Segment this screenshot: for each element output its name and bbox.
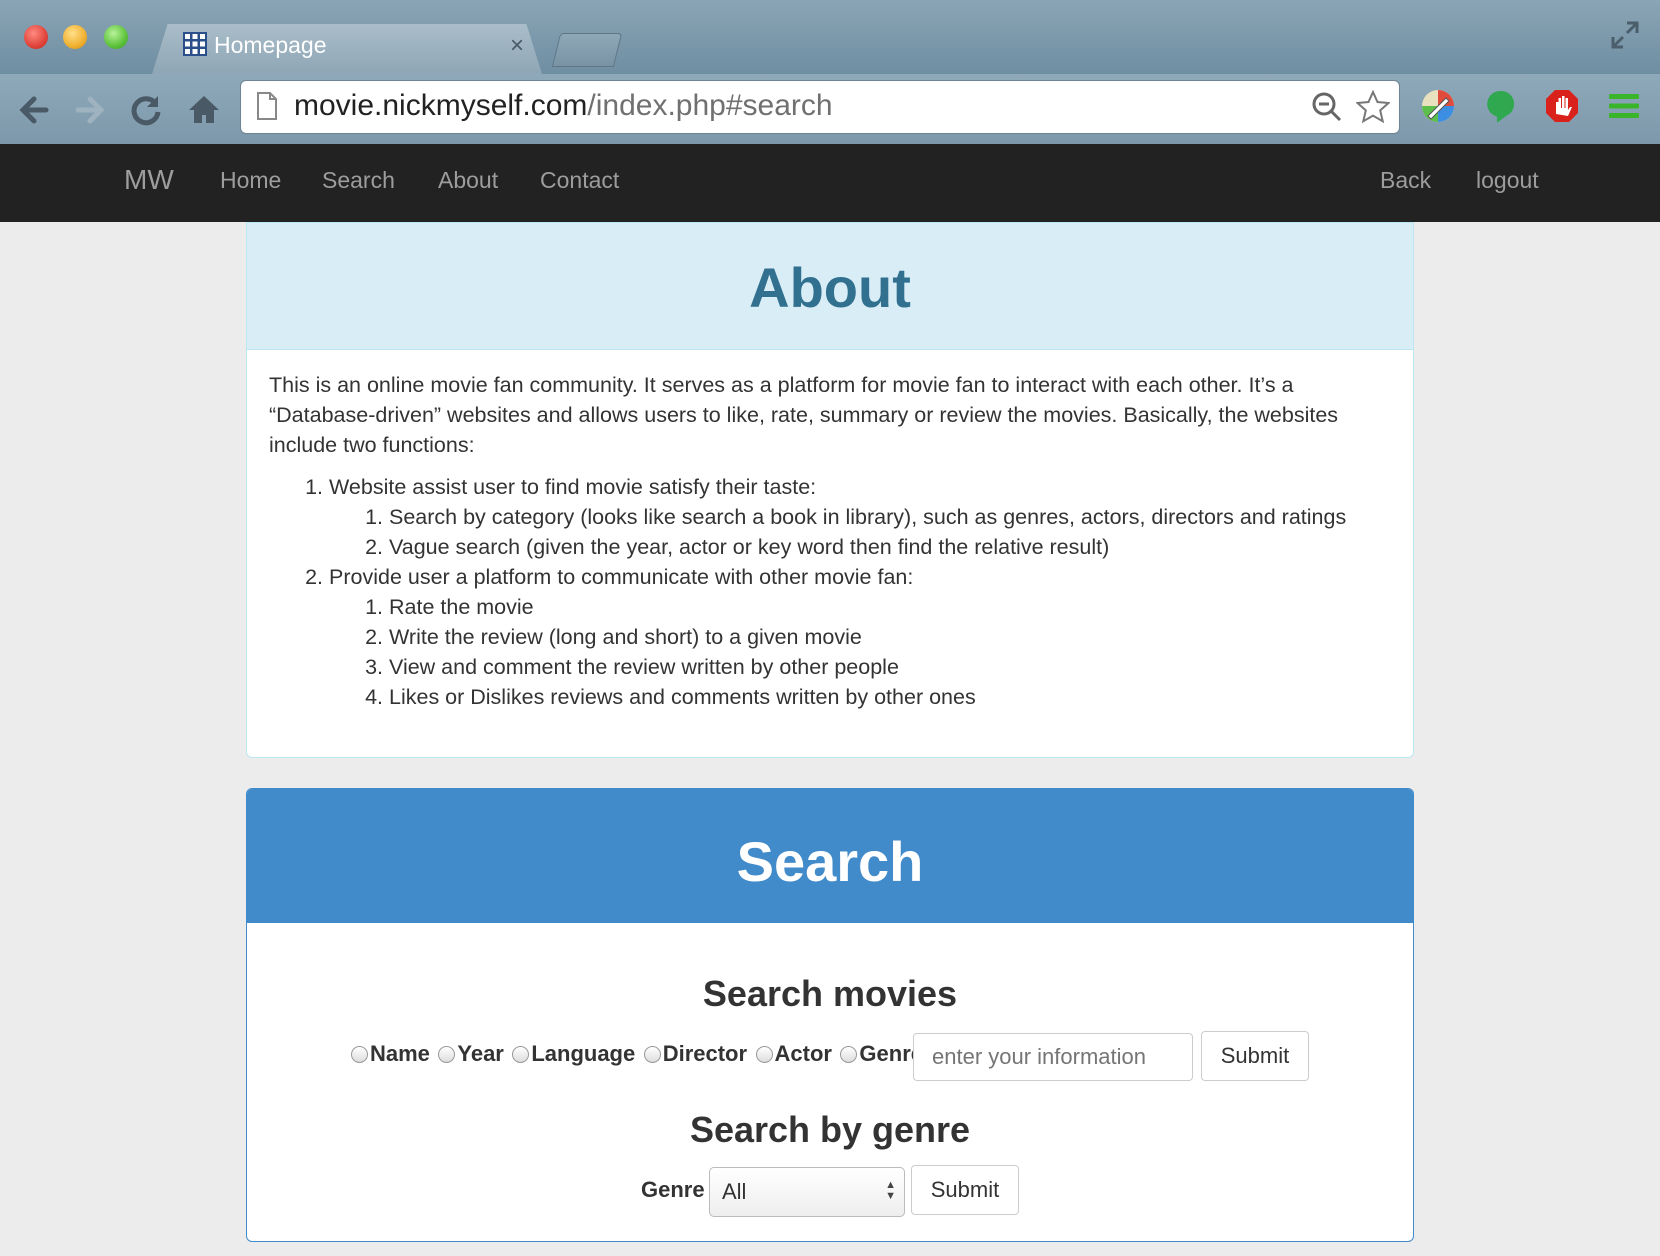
tab-title: Homepage <box>214 32 327 58</box>
nav-contact-link[interactable]: Contact <box>540 167 619 194</box>
radio-director[interactable]: Director <box>643 1041 748 1067</box>
radio-name[interactable]: Name <box>351 1041 430 1067</box>
url-text[interactable]: movie.nickmyself.com/index.php#search <box>294 89 833 123</box>
list-item: Website assist user to find movie satisf… <box>329 472 1391 562</box>
radio-button[interactable] <box>512 1046 530 1063</box>
list-item: Vague search (given the year, actor or k… <box>389 532 1391 562</box>
about-panel-body: This is an online movie fan community. I… <box>247 350 1413 732</box>
adblock-extension-icon[interactable] <box>1544 88 1580 124</box>
radio-genre[interactable]: Genre <box>840 1041 923 1067</box>
search-panel: Search Search movies Name Year Language … <box>246 788 1414 1242</box>
nav-home-link[interactable]: Home <box>220 167 281 194</box>
about-panel-header: About <box>247 223 1413 350</box>
grid-favicon-icon <box>183 32 207 56</box>
browser-tab[interactable] <box>152 24 542 74</box>
list-item: Search by category (looks like search a … <box>389 502 1391 532</box>
hangouts-extension-icon[interactable] <box>1482 88 1518 124</box>
url-host: movie.nickmyself.com <box>294 89 588 122</box>
search-submit-button[interactable]: Submit <box>1201 1031 1309 1081</box>
search-field-radio-group: Name Year Language Director Actor Genre <box>351 1041 927 1081</box>
home-icon[interactable] <box>186 92 222 128</box>
list-item: Provide user a platform to communicate w… <box>329 562 1391 712</box>
window-minimize-button[interactable] <box>63 25 87 49</box>
zoom-out-icon[interactable] <box>1310 90 1344 124</box>
sub-list: Rate the movie Write the review (long an… <box>329 592 1391 712</box>
window-close-button[interactable] <box>24 25 48 49</box>
function-title: Provide user a platform to communicate w… <box>329 565 914 589</box>
function-title: Website assist user to find movie satisf… <box>329 475 817 499</box>
new-tab-button[interactable] <box>551 33 623 67</box>
menu-hamburger-icon[interactable] <box>1606 88 1642 124</box>
radio-label: Language <box>531 1041 636 1066</box>
url-path: /index.php#search <box>587 89 833 122</box>
search-input[interactable] <box>913 1033 1193 1081</box>
genre-select-value: All <box>722 1179 747 1204</box>
radio-button[interactable] <box>643 1046 661 1063</box>
color-picker-extension-icon[interactable] <box>1420 88 1456 124</box>
about-heading: About <box>749 256 911 319</box>
radio-label: Director <box>662 1041 748 1066</box>
about-function-list: Website assist user to find movie satisf… <box>269 472 1391 712</box>
radio-language[interactable]: Language <box>512 1041 635 1067</box>
radio-label: Actor <box>774 1041 832 1066</box>
nav-logout-link[interactable]: logout <box>1476 167 1539 194</box>
nav-about-link[interactable]: About <box>438 167 498 194</box>
nav-back-link[interactable]: Back <box>1380 167 1431 194</box>
list-item: Rate the movie <box>389 592 1391 622</box>
list-item: View and comment the review written by o… <box>389 652 1391 682</box>
list-item: Likes or Dislikes reviews and comments w… <box>389 682 1391 712</box>
radio-button[interactable] <box>438 1046 456 1063</box>
search-by-genre-title: Search by genre <box>689 1109 971 1150</box>
reload-icon[interactable] <box>128 92 164 128</box>
select-arrows-icon: ▲ ▼ <box>885 1179 896 1202</box>
sub-list: Search by category (looks like search a … <box>329 502 1391 562</box>
search-panel-header: Search <box>247 789 1413 923</box>
bookmark-star-icon[interactable] <box>1356 90 1390 124</box>
search-movies-title: Search movies <box>702 973 958 1014</box>
page-icon <box>257 92 277 120</box>
forward-arrow-icon[interactable] <box>72 92 108 128</box>
search-heading: Search <box>736 830 924 893</box>
radio-button[interactable] <box>755 1046 773 1063</box>
list-item: Write the review (long and short) to a g… <box>389 622 1391 652</box>
nav-search-link[interactable]: Search <box>322 167 395 194</box>
tab-close-icon[interactable]: × <box>510 32 524 60</box>
radio-actor[interactable]: Actor <box>755 1041 832 1067</box>
fullscreen-icon[interactable] <box>1610 20 1640 50</box>
radio-button[interactable] <box>840 1046 858 1063</box>
radio-label: Year <box>457 1041 504 1066</box>
window-maximize-button[interactable] <box>104 25 128 49</box>
genre-label: Genre <box>641 1177 705 1202</box>
radio-year[interactable]: Year <box>438 1041 504 1067</box>
genre-submit-button[interactable]: Submit <box>911 1165 1019 1215</box>
radio-label: Name <box>370 1041 430 1066</box>
back-arrow-icon[interactable] <box>16 92 52 128</box>
brand-link[interactable]: MW <box>124 164 174 196</box>
radio-button[interactable] <box>351 1046 368 1063</box>
about-intro: This is an online movie fan community. I… <box>269 373 1339 457</box>
about-panel: About This is an online movie fan commun… <box>246 222 1414 758</box>
genre-select[interactable]: All ▲ ▼ <box>709 1167 905 1217</box>
